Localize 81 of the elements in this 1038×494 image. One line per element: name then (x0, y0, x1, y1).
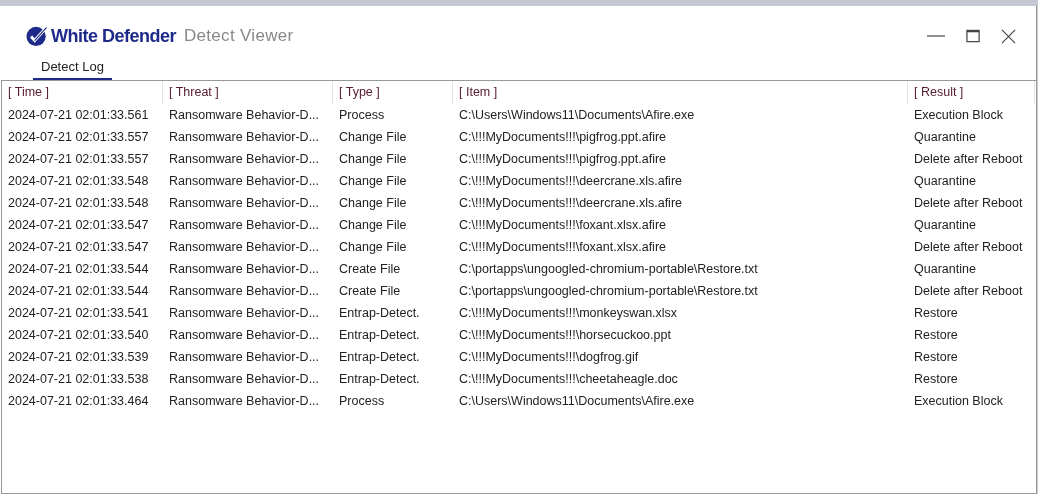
column-header[interactable]: [ Type ] (333, 81, 453, 104)
column-header[interactable]: [ Time ] (2, 81, 163, 104)
column-header[interactable]: [ Item ] (453, 81, 908, 104)
table-cell: Execution Block (914, 394, 1003, 408)
table-cell: Entrap-Detect. (339, 372, 420, 386)
table-cell: Create File (339, 262, 401, 276)
table-cell: C:\!!!MyDocuments!!!\monkeyswan.xlsx (459, 306, 678, 320)
table-cell: 2024-07-21 02:01:33.548 (8, 196, 149, 210)
table-cell: Delete after Reboot (914, 152, 1023, 166)
table-cell: C:\!!!MyDocuments!!!\dogfrog.gif (459, 350, 639, 364)
table-cell: Delete after Reboot (914, 196, 1023, 210)
table-cell: C:\portapps\ungoogled-chromium-portable\Restore.txt (459, 262, 758, 276)
table-cell: Entrap-Detect. (339, 350, 420, 364)
table-cell: Process (339, 108, 385, 122)
table-cell: Quarantine (914, 174, 976, 188)
table-cell: C:\Users\Windows11\Documents\Afire.exe (459, 394, 695, 408)
table-cell: 2024-07-21 02:01:33.464 (8, 394, 149, 408)
table-cell: Restore (914, 306, 958, 320)
table-cell: Ransomware Behavior-D... (169, 196, 320, 210)
table-cell: Ransomware Behavior-D... (169, 174, 320, 188)
table-cell: Change File (339, 130, 407, 144)
table-cell: Restore (914, 350, 958, 364)
column-header[interactable]: [ Threat ] (163, 81, 333, 104)
table-cell: 2024-07-21 02:01:33.539 (8, 350, 149, 364)
table-cell: Ransomware Behavior-D... (169, 108, 320, 122)
table-cell: Change File (339, 218, 407, 232)
maximize-icon[interactable] (966, 28, 981, 44)
table-cell: Restore (914, 328, 958, 342)
table-cell: Change File (339, 174, 407, 188)
table-cell: C:\portapps\ungoogled-chromium-portable\Restore.txt (459, 284, 758, 298)
table-cell: Ransomware Behavior-D... (169, 240, 320, 254)
table-cell: Restore (914, 372, 958, 386)
tab[interactable]: Detect Log (33, 56, 112, 80)
table-cell: Change File (339, 196, 407, 210)
table-cell: C:\!!!MyDocuments!!!\cheetaheagle.doc (459, 372, 678, 386)
table-cell: C:\!!!MyDocuments!!!\deercrane.xls.afire (459, 174, 682, 188)
table-cell: C:\!!!MyDocuments!!!\deercrane.xls.afire (459, 196, 682, 210)
table-cell: C:\!!!MyDocuments!!!\horsecuckoo.ppt (459, 328, 671, 342)
checkmark-logo-icon (26, 25, 48, 47)
table-cell: Ransomware Behavior-D... (169, 152, 320, 166)
table-cell: C:\!!!MyDocuments!!!\pigfrog.ppt.afire (459, 130, 667, 144)
close-icon[interactable] (1001, 28, 1016, 44)
table-cell: Execution Block (914, 108, 1003, 122)
table-cell: 2024-07-21 02:01:33.561 (8, 108, 149, 122)
table-cell: C:\!!!MyDocuments!!!\pigfrog.ppt.afire (459, 152, 667, 166)
table-cell: Ransomware Behavior-D... (169, 394, 320, 408)
table-cell: Change File (339, 152, 407, 166)
table-cell: C:\!!!MyDocuments!!!\foxant.xlsx.afire (459, 218, 666, 232)
table-cell: Quarantine (914, 218, 976, 232)
table-cell: 2024-07-21 02:01:33.557 (8, 130, 149, 144)
table-cell: Ransomware Behavior-D... (169, 284, 320, 298)
table-cell: Ransomware Behavior-D... (169, 328, 320, 342)
table-cell: C:\Users\Windows11\Documents\Afire.exe (459, 108, 695, 122)
table-cell: Quarantine (914, 130, 976, 144)
table-cell: Entrap-Detect. (339, 328, 420, 342)
table-cell: Process (339, 394, 385, 408)
table-cell: Quarantine (914, 262, 976, 276)
table-cell: Delete after Reboot (914, 240, 1023, 254)
table-cell: 2024-07-21 02:01:33.557 (8, 152, 149, 166)
table-cell: Entrap-Detect. (339, 306, 420, 320)
table-cell: Delete after Reboot (914, 284, 1023, 298)
table-cell: C:\!!!MyDocuments!!!\foxant.xlsx.afire (459, 240, 666, 254)
table-cell: Ransomware Behavior-D... (169, 350, 320, 364)
column-header[interactable]: [ Result ] (908, 81, 1035, 104)
table-cell: 2024-07-21 02:01:33.544 (8, 284, 149, 298)
table-cell: Ransomware Behavior-D... (169, 372, 320, 386)
table-cell: 2024-07-21 02:01:33.540 (8, 328, 149, 342)
table-cell: Change File (339, 240, 407, 254)
table-cell: 2024-07-21 02:01:33.548 (8, 174, 149, 188)
table-cell: 2024-07-21 02:01:33.547 (8, 218, 149, 232)
table-cell: 2024-07-21 02:01:33.541 (8, 306, 149, 320)
table-cell: 2024-07-21 02:01:33.547 (8, 240, 149, 254)
table-cell: 2024-07-21 02:01:33.538 (8, 372, 149, 386)
table-cell: Create File (339, 284, 401, 298)
app-brand: White Defender (51, 25, 176, 47)
table-cell: Ransomware Behavior-D... (169, 306, 320, 320)
table-cell: Ransomware Behavior-D... (169, 262, 320, 276)
table-cell: Ransomware Behavior-D... (169, 130, 320, 144)
window-title: Detect Viewer (184, 26, 294, 46)
table-cell: Ransomware Behavior-D... (169, 218, 320, 232)
table-cell: 2024-07-21 02:01:33.544 (8, 262, 149, 276)
